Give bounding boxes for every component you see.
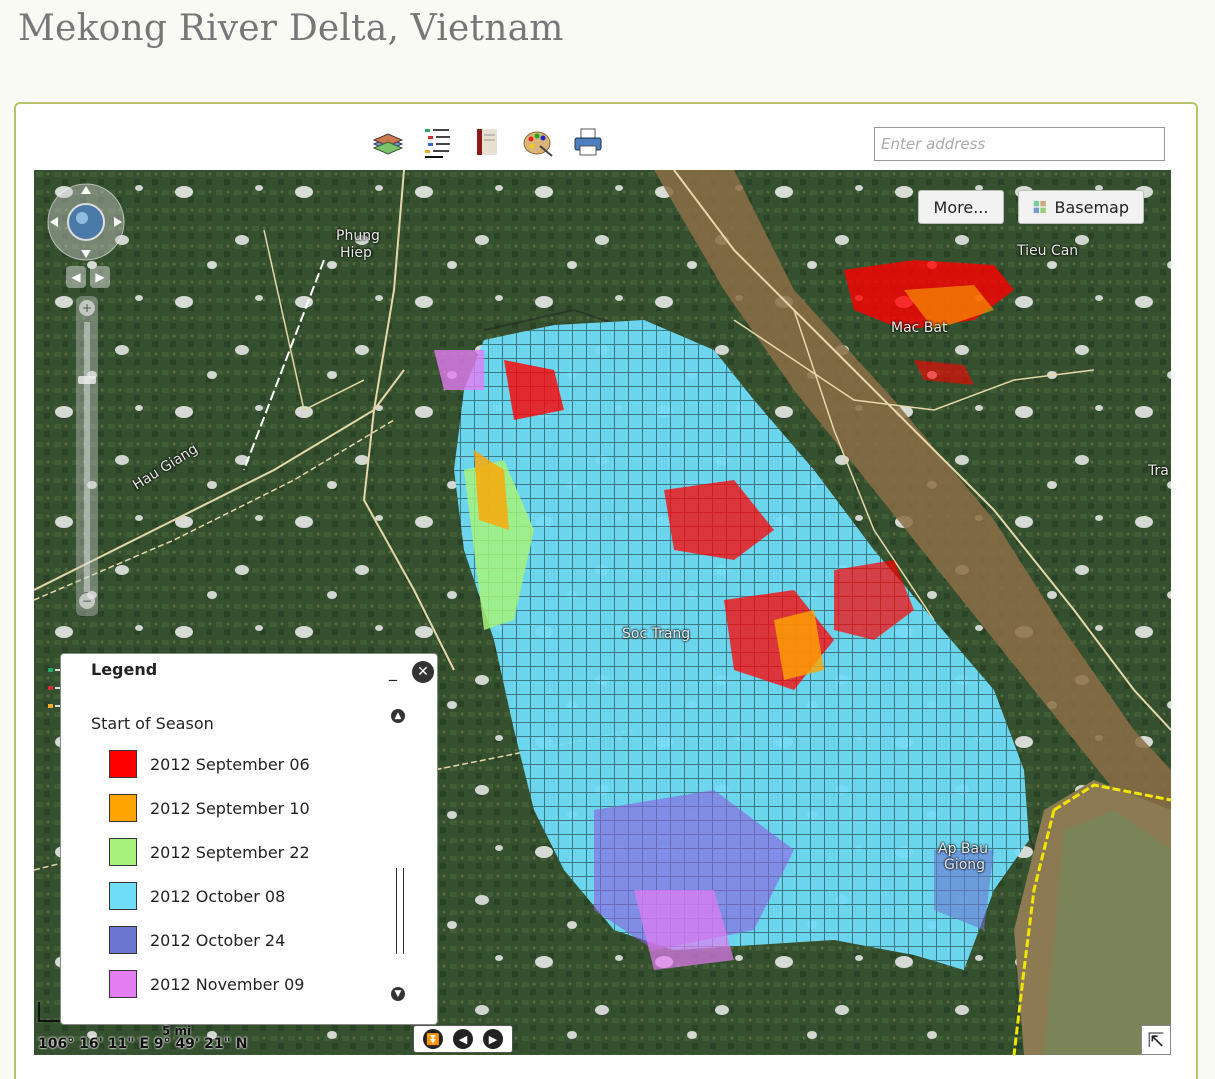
place-label: Tieu Can (1017, 243, 1079, 259)
more-button[interactable]: More... (918, 190, 1004, 224)
printer-icon[interactable] (570, 124, 606, 160)
svg-text:−: − (82, 594, 92, 608)
legend-items: 2012 September 06 2012 September 10 2012… (109, 742, 310, 1006)
svg-text:+: + (82, 301, 92, 315)
legend-swatch (109, 970, 137, 998)
legend-item: 2012 November 09 (109, 962, 310, 1006)
legend-swatch (109, 750, 137, 778)
coordinates-readout: 106° 16' 11" E 9° 49' 21" N (38, 1036, 248, 1052)
legend-swatch (109, 794, 137, 822)
pan-navigation-control[interactable] (46, 182, 126, 262)
legend-label: 2012 November 09 (150, 974, 305, 994)
page-title: Mekong River Delta, Vietnam (18, 8, 564, 49)
book-icon[interactable] (470, 124, 506, 160)
basemap-button-label: Basemap (1054, 197, 1129, 217)
legend-label: 2012 October 24 (150, 930, 286, 950)
place-label: Soc Trang (622, 626, 691, 642)
legend-layer-title: Start of Season (91, 714, 214, 733)
legend-panel: Legend _ ✕ Start of Season ▲ 2012 Septem… (60, 653, 438, 1025)
place-label: Giong (944, 857, 986, 873)
legend-label: 2012 September 10 (150, 798, 310, 818)
rotate-left-icon[interactable]: ◀ (66, 266, 86, 288)
legend-list-icon[interactable] (420, 124, 456, 160)
zoom-slider[interactable]: + − (72, 296, 102, 616)
layers-icon[interactable] (370, 124, 406, 160)
rotate-right-icon[interactable]: ▶ (90, 266, 110, 288)
map-toolbar (370, 124, 606, 164)
scale-bar (38, 1002, 60, 1022)
legend-item: 2012 October 08 (109, 874, 310, 918)
legend-swatch (109, 882, 137, 910)
legend-scrollbar[interactable] (396, 868, 404, 954)
expand-map-icon[interactable]: ⇱ (1141, 1025, 1171, 1055)
palette-icon[interactable] (520, 124, 556, 160)
place-label: Ap Bau (938, 841, 988, 857)
pager-controls: ⏬ ◀ ▶ (413, 1025, 513, 1053)
legend-swatch (109, 838, 137, 866)
previous-icon[interactable]: ◀ (453, 1029, 473, 1049)
legend-item: 2012 September 22 (109, 830, 310, 874)
legend-title: Legend (91, 660, 158, 679)
address-search-input[interactable] (874, 127, 1165, 161)
next-icon[interactable]: ▶ (483, 1029, 503, 1049)
expand-down-icon[interactable]: ⏬ (423, 1029, 443, 1049)
place-label: Mac Bat (891, 320, 948, 336)
legend-item: 2012 September 10 (109, 786, 310, 830)
legend-label: 2012 September 06 (150, 754, 310, 774)
basemap-grid-icon (1033, 200, 1046, 214)
place-label: Tra (1148, 463, 1169, 479)
basemap-button[interactable]: Basemap (1018, 190, 1144, 224)
legend-item: 2012 October 24 (109, 918, 310, 962)
legend-label: 2012 October 08 (150, 886, 286, 906)
scroll-down-icon[interactable]: ▼ (391, 987, 405, 1001)
place-label: Hiep (340, 245, 372, 261)
place-label: Phung (336, 228, 380, 244)
scroll-up-icon[interactable]: ▲ (391, 709, 405, 723)
legend-item: 2012 September 06 (109, 742, 310, 786)
rotate-controls: ◀ ▶ (66, 266, 110, 290)
legend-label: 2012 September 22 (150, 842, 310, 862)
close-icon[interactable]: ✕ (412, 661, 434, 683)
legend-swatch (109, 926, 137, 954)
minimize-icon[interactable]: _ (389, 662, 397, 681)
